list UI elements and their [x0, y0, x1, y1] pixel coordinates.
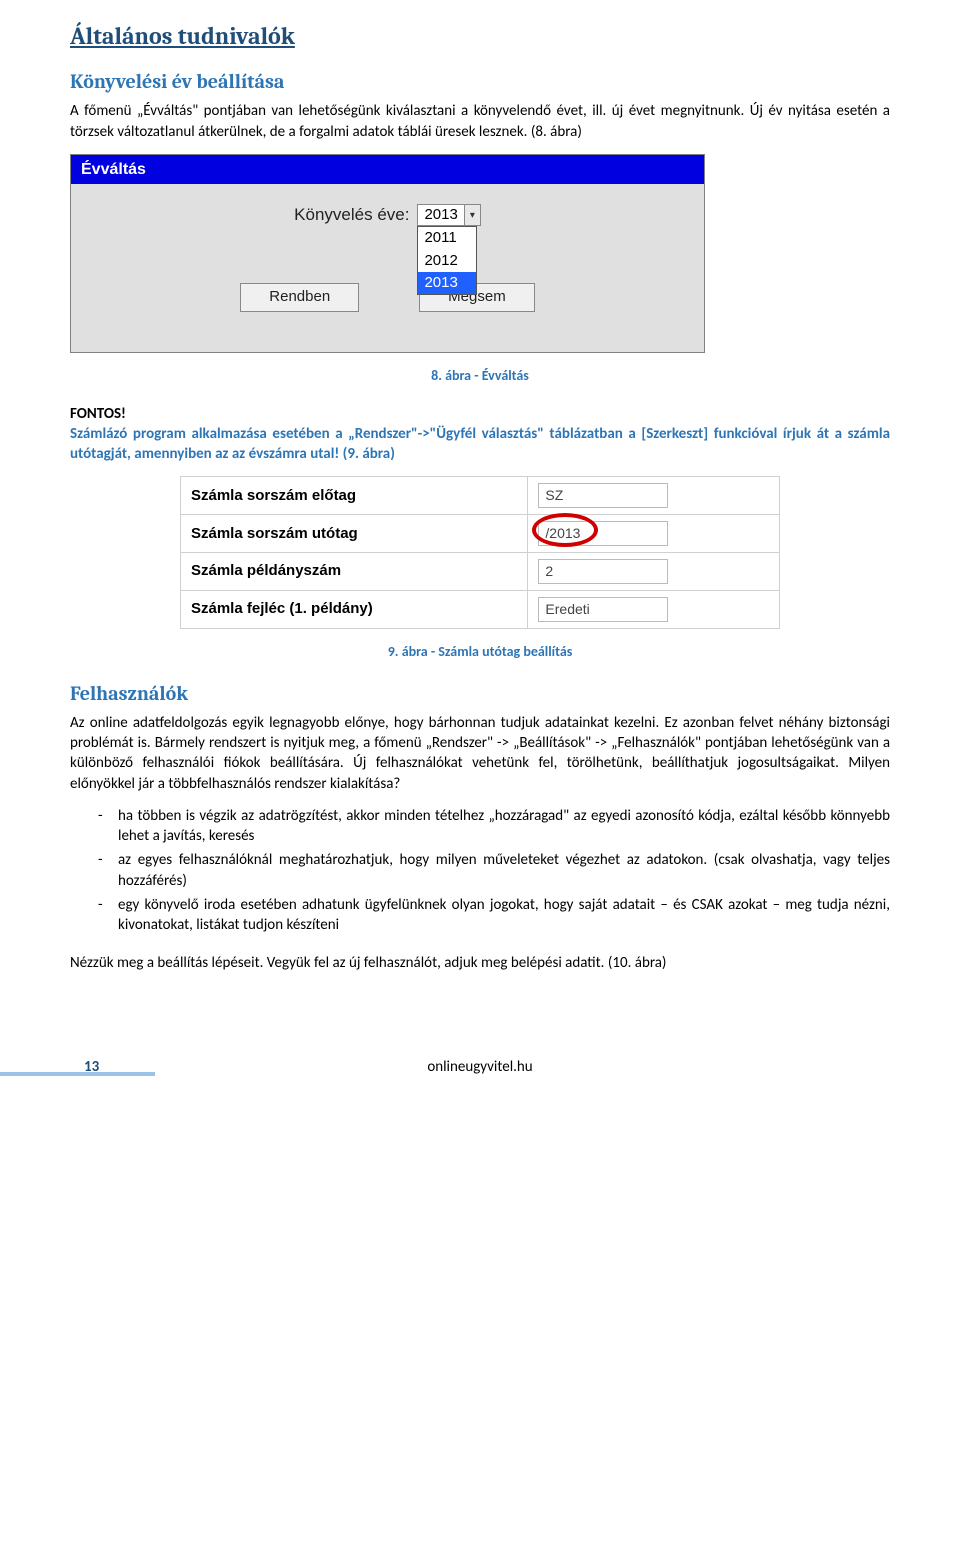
input-peldanyszam[interactable]: 2 — [538, 559, 668, 584]
heading-main: Általános tudnivalók — [70, 20, 890, 52]
blue-note: Számlázó program alkalmazása esetében a … — [70, 424, 890, 465]
input-elotag[interactable]: SZ — [538, 483, 668, 508]
fontos-label: FONTOS! — [70, 404, 890, 424]
input-utotag[interactable]: /2013 — [538, 521, 668, 546]
chevron-down-icon: ▾ — [464, 205, 480, 225]
caption-fig9: 9. ábra - Számla utótag beállítás — [70, 643, 890, 662]
list-item: ha többen is végzik az adatrögzítést, ak… — [70, 806, 890, 847]
year-option[interactable]: 2012 — [418, 250, 476, 272]
caption-fig8: 8. ábra - Évváltás — [70, 367, 890, 386]
row-label: Számla példányszám — [181, 553, 528, 591]
dialog-titlebar: Évváltás — [71, 155, 704, 185]
table-row: Számla sorszám utótag /2013 — [181, 515, 780, 553]
row-label: Számla sorszám előtag — [181, 477, 528, 515]
heading-sub-felhasznalok: Felhasználók — [70, 680, 890, 707]
page-footer: 13 onlineugyvitel.hu — [70, 1054, 890, 1078]
heading-sub-konyveles: Könyvelési év beállítása — [70, 68, 890, 95]
table-row: Számla sorszám előtag SZ — [181, 477, 780, 515]
footer-url: onlineugyvitel.hu — [427, 1057, 532, 1077]
input-fejlec[interactable]: Eredeti — [538, 597, 668, 622]
paragraph-intro: A főmenü „Évváltás" pontjában van lehető… — [70, 101, 890, 142]
table-row: Számla fejléc (1. példány) Eredeti — [181, 590, 780, 628]
row-label: Számla sorszám utótag — [181, 515, 528, 553]
list-item: egy könyvelő iroda esetében adhatunk ügy… — [70, 895, 890, 936]
paragraph-users: Az online adatfeldolgozás egyik legnagyo… — [70, 713, 890, 794]
label-konyveles-eve: Könyvelés éve: — [294, 204, 409, 227]
paragraph-closing: Nézzük meg a beállítás lépéseit. Vegyük … — [70, 953, 890, 973]
figure-evvaltas-dialog: Évváltás Könyvelés éve: 2013 ▾ 2011 2012… — [70, 154, 705, 353]
row-label: Számla fejléc (1. példány) — [181, 590, 528, 628]
list-item: az egyes felhasználóknál meghatározhatju… — [70, 850, 890, 891]
ok-button[interactable]: Rendben — [240, 283, 359, 311]
year-dropdown: 2011 2012 2013 — [417, 226, 477, 295]
table-row: Számla példányszám 2 — [181, 553, 780, 591]
figure-szamla-table: Számla sorszám előtag SZ Számla sorszám … — [180, 476, 780, 629]
year-select-value: 2013 — [418, 205, 463, 225]
page-number: 13 — [84, 1058, 99, 1076]
year-option-selected[interactable]: 2013 — [418, 272, 476, 294]
bullet-list: ha többen is végzik az adatrögzítést, ak… — [70, 806, 890, 936]
year-select[interactable]: 2013 ▾ — [417, 204, 480, 226]
year-option[interactable]: 2011 — [418, 227, 476, 249]
